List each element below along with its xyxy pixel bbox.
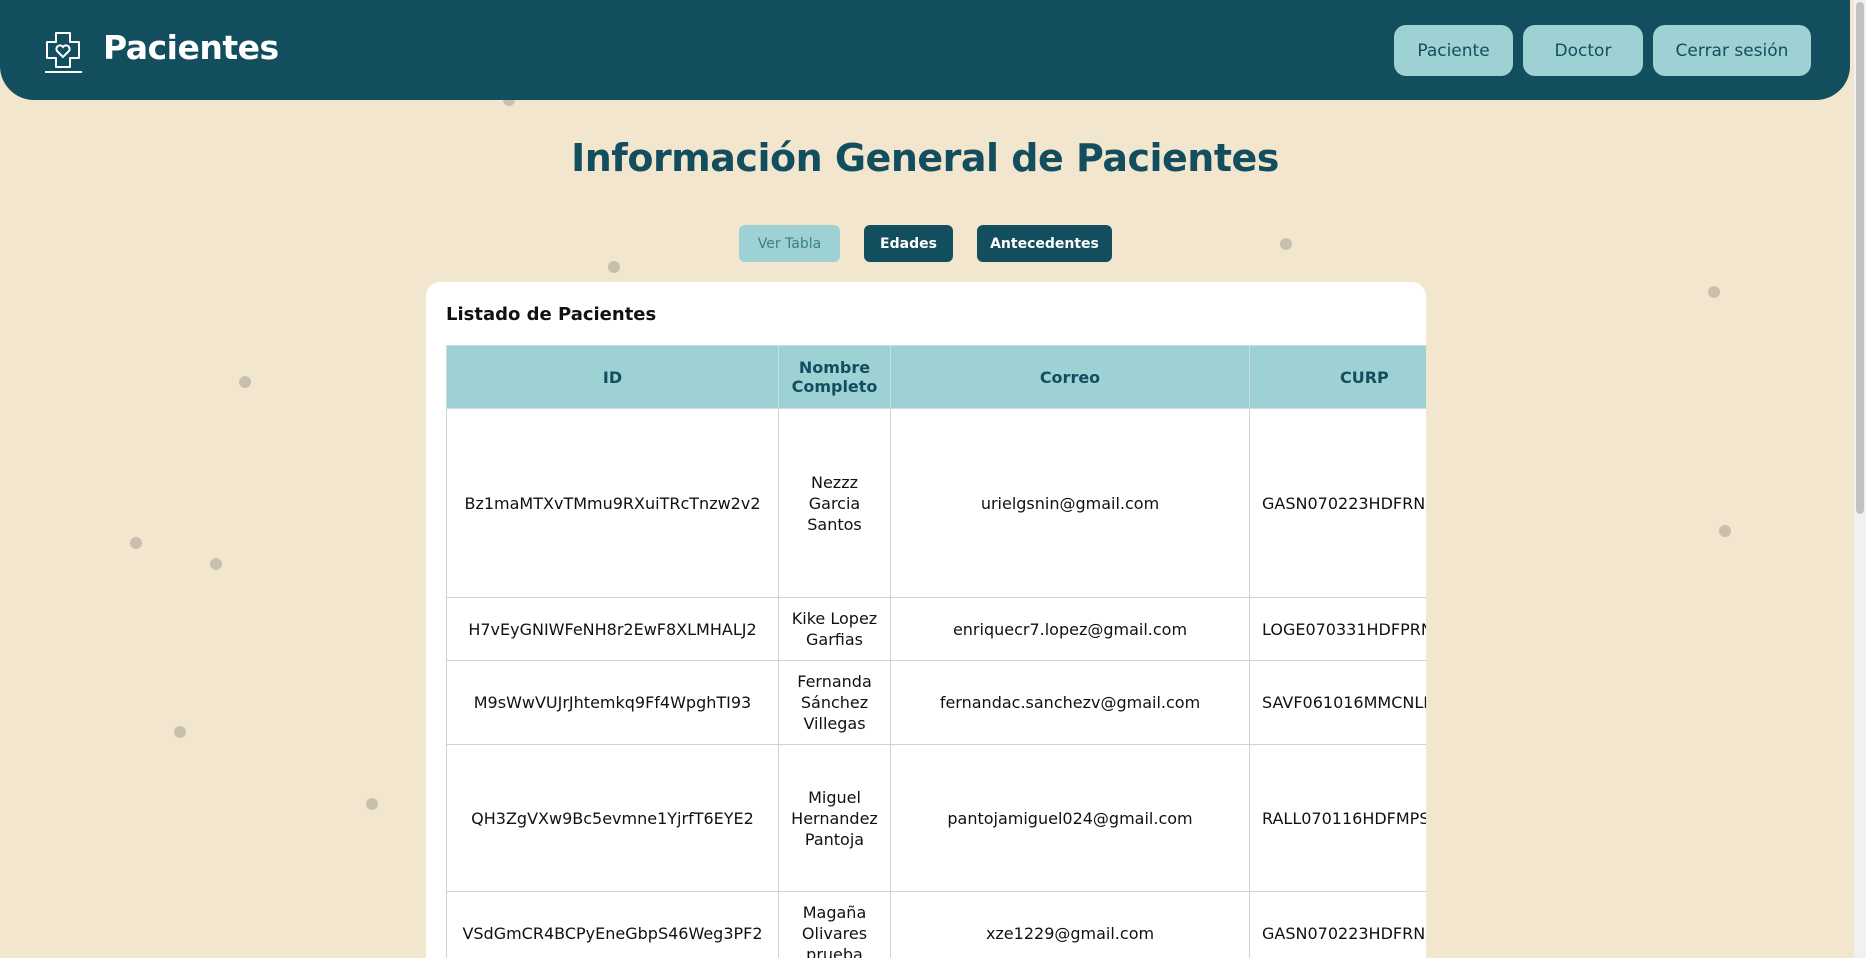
- column-header-curp: CURP: [1249, 345, 1426, 409]
- background-dot: [239, 376, 251, 388]
- brand-title: Pacientes: [103, 28, 279, 67]
- medical-heart-icon: [45, 32, 82, 73]
- cell-curp: GASN070223HDFRNZA8: [1249, 408, 1426, 598]
- cell-nombre: Miguel Hernandez Pantoja: [778, 744, 891, 892]
- logout-button[interactable]: Cerrar sesión: [1653, 25, 1811, 76]
- tab-ver-tabla[interactable]: Ver Tabla: [739, 225, 840, 262]
- tab-antecedentes[interactable]: Antecedentes: [977, 225, 1112, 262]
- background-dot: [608, 261, 620, 273]
- table-row[interactable]: H7vEyGNIWFeNH8r2EwF8XLMHALJ2 Kike Lopez …: [446, 597, 1426, 661]
- nav-doctor-button[interactable]: Doctor: [1523, 25, 1643, 76]
- table-row[interactable]: Bz1maMTXvTMmu9RXuiTRcTnzw2v2 Nezzz Garci…: [446, 408, 1426, 598]
- cell-id: H7vEyGNIWFeNH8r2EwF8XLMHALJ2: [446, 597, 779, 661]
- cell-nombre: Magaña Olivares prueba: [778, 891, 891, 958]
- cell-correo: urielgsnin@gmail.com: [890, 408, 1250, 598]
- scrollbar-thumb[interactable]: [1856, 2, 1864, 514]
- cell-nombre: Fernanda Sánchez Villegas: [778, 660, 891, 745]
- cell-correo: pantojamiguel024@gmail.com: [890, 744, 1250, 892]
- table-row[interactable]: QH3ZgVXw9Bc5evmne1YjrfT6EYE2 Miguel Hern…: [446, 744, 1426, 892]
- cell-correo: fernandac.sanchezv@gmail.com: [890, 660, 1250, 745]
- top-navbar: Pacientes Paciente Doctor Cerrar sesión: [0, 0, 1850, 100]
- cell-correo: enriquecr7.lopez@gmail.com: [890, 597, 1250, 661]
- background-dot: [1719, 525, 1731, 537]
- page-title: Información General de Pacientes: [571, 136, 1279, 180]
- background-dot: [130, 537, 142, 549]
- column-header-nombre: Nombre Completo: [778, 345, 891, 409]
- cell-curp: SAVF061016MMCNLRA3: [1249, 660, 1426, 745]
- page-scrollbar[interactable]: [1854, 0, 1866, 958]
- cell-id: QH3ZgVXw9Bc5evmne1YjrfT6EYE2: [446, 744, 779, 892]
- tab-edades[interactable]: Edades: [864, 225, 953, 262]
- card-title: Listado de Pacientes: [446, 304, 657, 325]
- background-dot: [366, 798, 378, 810]
- cell-nombre: Kike Lopez Garfias: [778, 597, 891, 661]
- table-row[interactable]: VSdGmCR4BCPyEneGbpS46Weg3PF2 Magaña Oliv…: [446, 891, 1426, 958]
- cell-curp: LOGE070331HDFPRNA2: [1249, 597, 1426, 661]
- cell-curp: GASN070223HDFRNZA8: [1249, 891, 1426, 958]
- cell-curp: RALL070116HDFMPSA1: [1249, 744, 1426, 892]
- table-header-row: ID Nombre Completo Correo CURP: [446, 345, 1426, 409]
- patients-card: Listado de Pacientes ID Nombre Completo …: [426, 282, 1426, 958]
- nav-paciente-button[interactable]: Paciente: [1394, 25, 1513, 76]
- patients-table: ID Nombre Completo Correo CURP Bz1maMTXv…: [446, 345, 1426, 958]
- cell-id: VSdGmCR4BCPyEneGbpS46Weg3PF2: [446, 891, 779, 958]
- column-header-id: ID: [446, 345, 779, 409]
- background-dot: [174, 726, 186, 738]
- cell-nombre: Nezzz Garcia Santos: [778, 408, 891, 598]
- table-scroll-container[interactable]: ID Nombre Completo Correo CURP Bz1maMTXv…: [446, 345, 1426, 958]
- table-row[interactable]: M9sWwVUJrJhtemkq9Ff4WpghTI93 Fernanda Sá…: [446, 660, 1426, 745]
- cell-id: M9sWwVUJrJhtemkq9Ff4WpghTI93: [446, 660, 779, 745]
- column-header-correo: Correo: [890, 345, 1250, 409]
- cell-correo: xze1229@gmail.com: [890, 891, 1250, 958]
- cell-id: Bz1maMTXvTMmu9RXuiTRcTnzw2v2: [446, 408, 779, 598]
- background-dot: [1708, 286, 1720, 298]
- background-dot: [1280, 238, 1292, 250]
- background-dot: [210, 558, 222, 570]
